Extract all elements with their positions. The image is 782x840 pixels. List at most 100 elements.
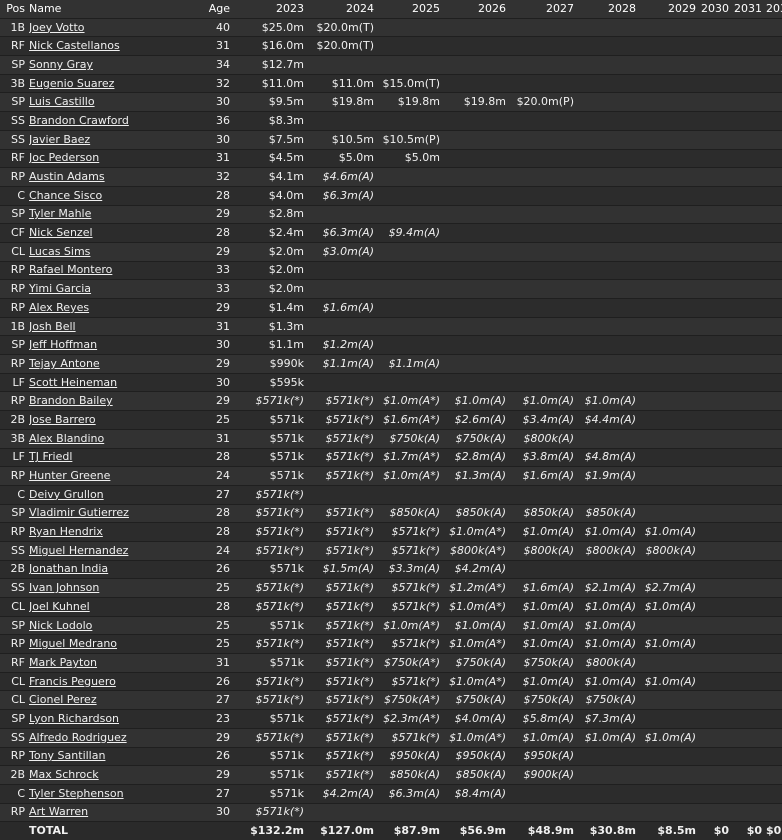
salary-cell-2030: [700, 765, 733, 785]
salary-cell-2025: $10.5m(P): [378, 130, 444, 150]
salary-cell-2026: [444, 354, 510, 374]
column-header-2029[interactable]: 2029: [640, 0, 700, 19]
column-header-2028[interactable]: 2028: [578, 0, 640, 19]
column-header-age[interactable]: Age: [179, 0, 244, 19]
salary-cell-2025: $1.0m(A*): [378, 391, 444, 412]
player-age: 30: [179, 803, 244, 823]
salary-cell-2027: $1.0m(A): [510, 728, 578, 748]
player-name-link[interactable]: Luis Castillo: [29, 95, 95, 108]
player-age: 28: [179, 448, 244, 468]
table-row: LF Scott Heineman 30 $595k: [0, 373, 782, 393]
column-header-2025[interactable]: 2025: [378, 0, 444, 19]
player-name-link[interactable]: Jeff Hoffman: [29, 338, 97, 351]
salary-cell-2032: [766, 765, 782, 785]
salary-cell-2027: [510, 74, 578, 94]
salary-cell-2023: $1.3m: [244, 317, 308, 337]
player-age: 24: [179, 466, 244, 486]
salary-cell-2024: [308, 317, 378, 337]
salary-cell-2028: $1.0m(A): [578, 391, 640, 412]
player-name-link[interactable]: Tony Santillan: [29, 749, 105, 762]
player-name-link[interactable]: Lyon Richardson: [29, 712, 119, 725]
player-name-link[interactable]: Miguel Medrano: [29, 637, 117, 650]
player-name-link[interactable]: Rafael Montero: [29, 263, 112, 276]
player-name-link[interactable]: Jose Barrero: [29, 413, 96, 426]
column-header-2024[interactable]: 2024: [308, 0, 378, 19]
column-header-2023[interactable]: 2023: [244, 0, 308, 19]
player-name-link[interactable]: Francis Peguero: [29, 675, 116, 688]
player-position: CL: [0, 690, 29, 711]
salary-cell-2023: $571k: [244, 653, 308, 673]
player-name-link[interactable]: Alfredo Rodriguez: [29, 731, 127, 744]
player-name-link[interactable]: Austin Adams: [29, 170, 105, 183]
player-name-link[interactable]: Brandon Crawford: [29, 114, 129, 127]
table-row: SP Lyon Richardson 23 $571k $571k(*) $2.3m(A*…: [0, 709, 782, 729]
salary-cell-2029: [640, 784, 700, 804]
player-name-link[interactable]: Miguel Hernandez: [29, 544, 128, 557]
player-name-link[interactable]: Alex Reyes: [29, 301, 89, 314]
player-name-link[interactable]: Eugenio Suarez: [29, 77, 114, 90]
player-name-link[interactable]: Mark Payton: [29, 656, 97, 669]
salary-cell-2028: [578, 111, 640, 131]
salary-cell-2031: [733, 578, 766, 598]
player-name-link[interactable]: Deivy Grullon: [29, 488, 104, 501]
table-row: RF Nick Castellanos 31 $16.0m $20.0m(T): [0, 36, 782, 57]
salary-cell-2030: [700, 223, 733, 243]
player-name-link[interactable]: Alex Blandino: [29, 432, 104, 445]
salary-cell-2028: [578, 354, 640, 374]
player-name-link[interactable]: Scott Heineman: [29, 376, 117, 389]
salary-cell-2031: [733, 597, 766, 617]
player-name-link[interactable]: Cionel Perez: [29, 693, 97, 706]
salary-cell-2023: $1.4m: [244, 298, 308, 318]
player-name-link[interactable]: Tejay Antone: [29, 357, 100, 370]
player-name-link[interactable]: Javier Baez: [29, 133, 90, 146]
player-name-link[interactable]: Joey Votto: [29, 21, 85, 34]
table-row: SS Miguel Hernandez 24 $571k(*) $571k(*) $571…: [0, 541, 782, 561]
column-header-2031[interactable]: 2031: [733, 0, 766, 19]
salary-cell-2025: $950k(A): [378, 747, 444, 767]
player-name-link[interactable]: Art Warren: [29, 805, 88, 818]
column-header-2026[interactable]: 2026: [444, 0, 510, 19]
player-name-link[interactable]: TJ Friedl: [29, 450, 72, 463]
salary-cell-2023: $2.0m: [244, 242, 308, 262]
total-label: TOTAL: [29, 821, 179, 840]
player-name-link[interactable]: Ivan Johnson: [29, 581, 99, 594]
player-name-link[interactable]: Josh Bell: [29, 320, 76, 333]
player-name-link[interactable]: Lucas Sims: [29, 245, 90, 258]
player-name-link[interactable]: Chance Sisco: [29, 189, 102, 202]
player-name-link[interactable]: Brandon Bailey: [29, 394, 113, 407]
salary-cell-2030: [700, 391, 733, 412]
salary-cell-2031: [733, 298, 766, 318]
player-name-link[interactable]: Jonathan India: [29, 562, 108, 575]
salary-cell-2030: [700, 205, 733, 225]
salary-cell-2030: [700, 354, 733, 374]
player-position: SP: [0, 92, 29, 113]
player-name-link[interactable]: Tyler Mahle: [29, 207, 91, 220]
salary-cell-2026: [444, 317, 510, 337]
column-header-name[interactable]: Name: [29, 0, 179, 19]
player-name-link[interactable]: Tyler Stephenson: [29, 787, 124, 800]
salary-cell-2029: [640, 747, 700, 767]
salary-cell-2029: [640, 298, 700, 318]
player-name-link[interactable]: Sonny Gray: [29, 58, 93, 71]
salary-cell-2030: [700, 298, 733, 318]
player-name-link[interactable]: Nick Castellanos: [29, 39, 120, 52]
column-header-2032[interactable]: 2032: [766, 0, 782, 19]
player-name-link[interactable]: Vladimir Gutierrez: [29, 506, 129, 519]
column-header-2030[interactable]: 2030: [700, 0, 733, 19]
column-header-2027[interactable]: 2027: [510, 0, 578, 19]
column-header-pos[interactable]: Pos: [0, 0, 29, 19]
player-name-link[interactable]: Yimi Garcia: [29, 282, 91, 295]
salary-cell-2027: [510, 335, 578, 356]
player-name-link[interactable]: Nick Lodolo: [29, 619, 92, 632]
player-name-link[interactable]: Max Schrock: [29, 768, 99, 781]
salary-cell-2032: [766, 747, 782, 767]
salary-cell-2028: $800k(A): [578, 653, 640, 673]
player-name-link[interactable]: Nick Senzel: [29, 226, 93, 239]
player-name-link[interactable]: Joc Pederson: [29, 151, 99, 164]
player-name-link[interactable]: Joel Kuhnel: [29, 600, 90, 613]
salary-cell-2027: $1.0m(A): [510, 672, 578, 692]
player-name-link[interactable]: Hunter Greene: [29, 469, 110, 482]
table-row: RP Yimi Garcia 33 $2.0m: [0, 279, 782, 299]
player-position: LF: [0, 448, 29, 468]
player-name-link[interactable]: Ryan Hendrix: [29, 525, 103, 538]
